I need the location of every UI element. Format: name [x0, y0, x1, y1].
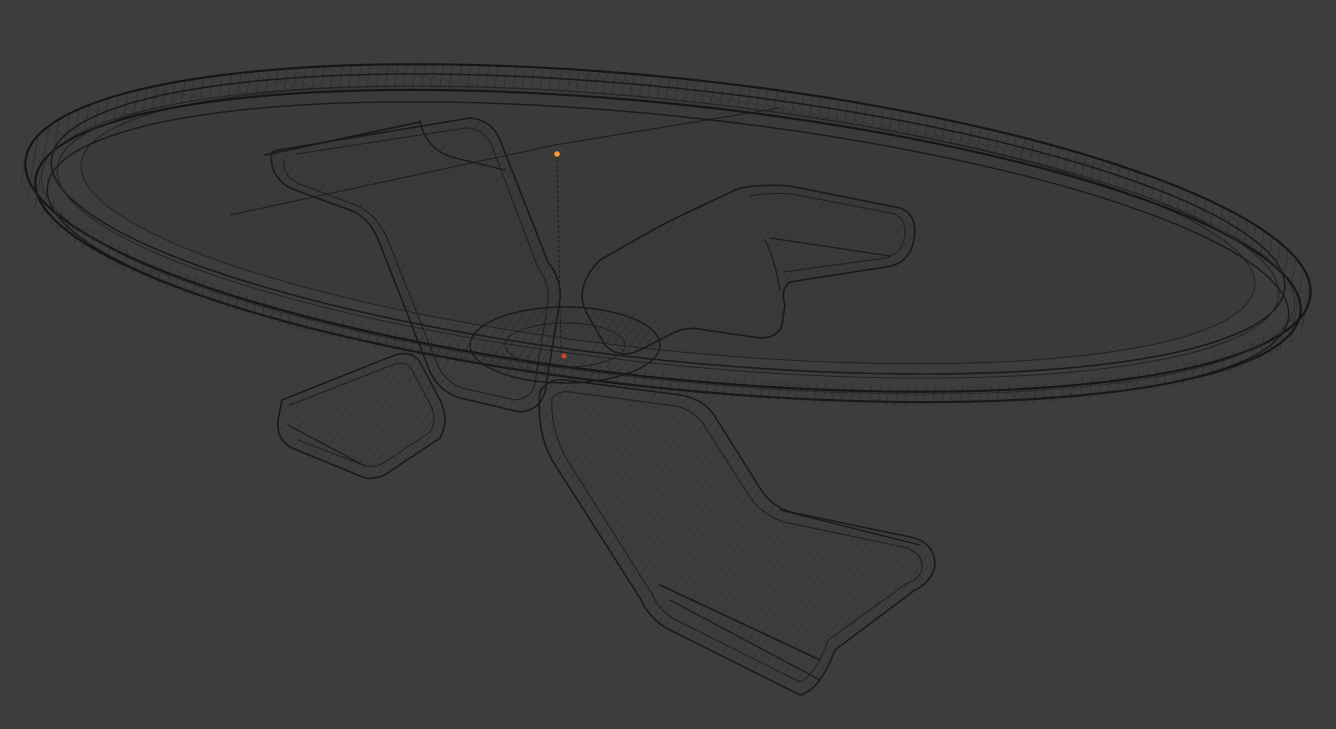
center-hub — [469, 306, 661, 384]
3d-viewport[interactable] — [0, 0, 1336, 729]
object-origin[interactable] — [561, 353, 567, 359]
light-lamp[interactable] — [554, 151, 560, 157]
wireframe-scene[interactable] — [0, 0, 1336, 729]
leg-front-right — [538, 378, 936, 696]
leg-front-left — [276, 352, 446, 480]
